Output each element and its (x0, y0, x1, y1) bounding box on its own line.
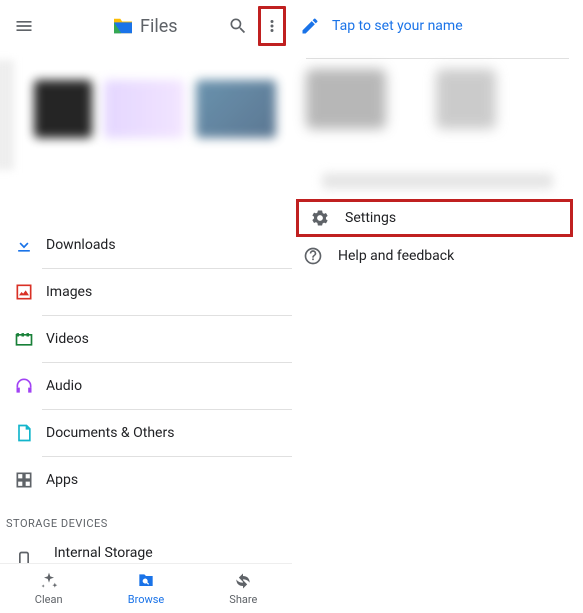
settings-menu-item[interactable]: Settings (296, 199, 573, 237)
help-icon (302, 245, 324, 267)
categories-list: Downloads Images Videos Audio (0, 222, 292, 503)
category-label: Videos (46, 331, 89, 347)
nav-label: Share (229, 593, 257, 606)
storage-title: Internal Storage (54, 545, 153, 562)
category-images[interactable]: Images (0, 269, 292, 315)
topbar: Files (0, 0, 292, 52)
category-downloads[interactable]: Downloads (0, 222, 292, 268)
category-label: Downloads (46, 237, 116, 253)
document-icon (10, 419, 38, 447)
folder-search-icon (136, 571, 156, 591)
search-icon[interactable] (220, 8, 256, 44)
top-actions (220, 6, 286, 46)
image-icon (10, 278, 38, 306)
overflow-highlight (258, 6, 286, 46)
app-title: Files (140, 16, 178, 37)
category-label: Images (46, 284, 92, 300)
nav-browse[interactable]: Browse (97, 564, 194, 613)
pencil-icon (300, 16, 320, 36)
blurred-profile-area (306, 69, 569, 169)
gear-icon (309, 207, 331, 229)
category-label: Audio (46, 378, 82, 394)
files-app-icon (112, 17, 134, 35)
nav-label: Browse (128, 593, 165, 606)
blurred-line (322, 173, 553, 189)
category-documents[interactable]: Documents & Others (0, 410, 292, 456)
set-name-text: Tap to set your name (332, 18, 463, 34)
category-label: Apps (46, 472, 78, 488)
category-apps[interactable]: Apps (0, 457, 292, 503)
help-menu-item[interactable]: Help and feedback (292, 237, 583, 275)
download-icon (10, 231, 38, 259)
share-icon (233, 571, 253, 591)
category-audio[interactable]: Audio (0, 363, 292, 409)
storage-section-header: STORAGE DEVICES (0, 503, 292, 538)
nav-clean[interactable]: Clean (0, 564, 97, 613)
divider (306, 58, 569, 59)
apps-icon (10, 466, 38, 494)
overflow-menu-icon[interactable] (263, 17, 281, 35)
right-pane-dropdown: Tap to set your name Settings Help and f… (292, 0, 583, 613)
left-pane: Files Downloads (0, 0, 292, 613)
nav-share[interactable]: Share (195, 564, 292, 613)
help-label: Help and feedback (338, 248, 454, 264)
video-icon (10, 325, 38, 353)
settings-label: Settings (345, 210, 396, 226)
category-label: Documents & Others (46, 425, 174, 441)
category-videos[interactable]: Videos (0, 316, 292, 362)
nav-label: Clean (35, 593, 63, 606)
hamburger-icon[interactable] (6, 8, 42, 44)
blurred-thumbnails (0, 52, 292, 212)
set-name-row[interactable]: Tap to set your name (292, 0, 583, 52)
bottom-nav: Clean Browse Share (0, 563, 292, 613)
app-logo: Files (112, 16, 178, 37)
audio-icon (10, 372, 38, 400)
sparkle-icon (39, 571, 59, 591)
